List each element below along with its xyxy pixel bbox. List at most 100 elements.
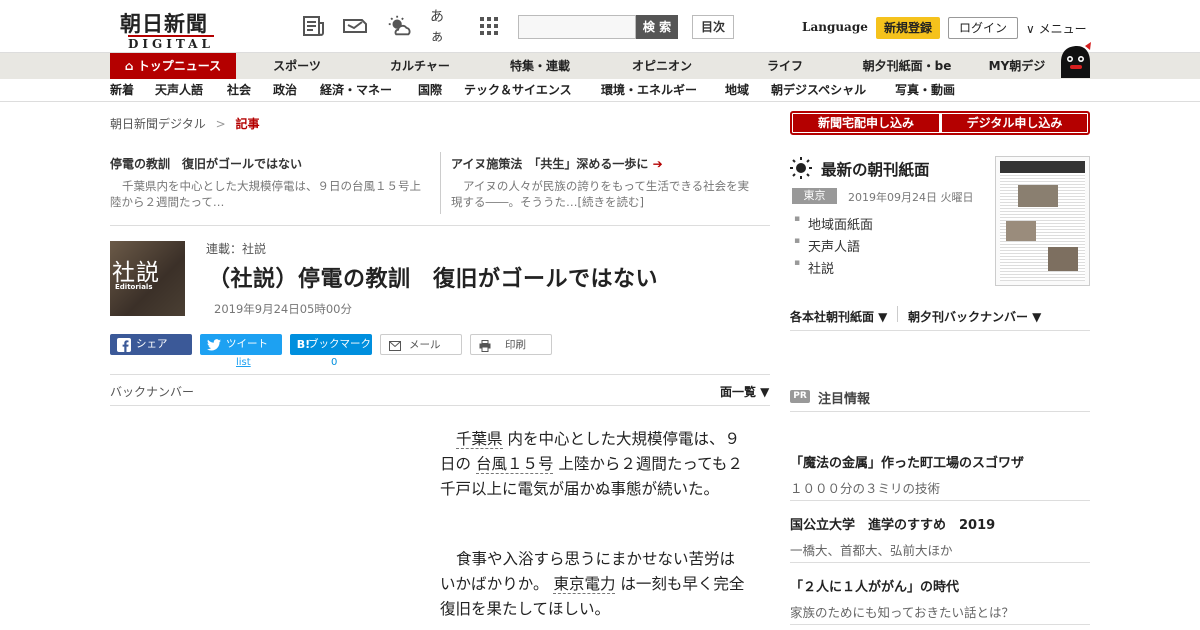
sidebar-link-tensei[interactable]: 天声人語	[794, 236, 860, 255]
share-label: メール	[409, 339, 441, 351]
login-button[interactable]: ログイン	[948, 17, 1018, 39]
sidebar-link-editorial[interactable]: 社説	[794, 258, 834, 277]
nav2-economy[interactable]: 経済・マネー	[320, 79, 392, 102]
facebook-icon	[116, 337, 131, 352]
breadcrumb-separator: >	[215, 117, 226, 131]
keyword-link[interactable]: 台風１５号	[475, 455, 554, 474]
related-article[interactable]: 停電の教訓 復旧がゴールではない 千葉県内を中心とした大規模停電は、９日の台風１…	[110, 155, 430, 210]
nav2-politics[interactable]: 政治	[273, 79, 297, 102]
nav-culture[interactable]: カルチャー	[380, 53, 460, 80]
keyword-link[interactable]: 東京電力	[553, 575, 616, 594]
pr-item-title[interactable]: 「魔法の金属」作った町工場のスゴワザ	[790, 452, 1090, 471]
editorial-thumbnail: 社説 Editorials	[110, 241, 185, 316]
hatena-bookmark-button[interactable]: B! ブックマーク	[290, 334, 372, 355]
mascot-icon[interactable]	[1057, 42, 1093, 80]
nav2-international[interactable]: 国際	[418, 79, 442, 102]
nav-top-news[interactable]: ⌂ トップニュース	[110, 53, 236, 80]
sidebar-link-local[interactable]: 地域面紙面	[794, 214, 873, 233]
edition-date: 2019年09月24日 火曜日	[848, 191, 974, 204]
nav2-tensei[interactable]: 天声人語	[155, 79, 203, 102]
thumbnail-photo	[1018, 185, 1058, 207]
series-label[interactable]: 連載：社説	[206, 240, 266, 257]
page-list-dropdown[interactable]: 面一覧 ▼	[720, 383, 769, 400]
article-paragraph: 千葉県 内を中心とした大規模停電は、９日の 台風１５号 上陸から２週間たっても２…	[440, 427, 750, 502]
pr-item-title[interactable]: 「２人に１人ががん」の時代	[790, 576, 1090, 595]
breadcrumb-current: 記事	[235, 117, 260, 131]
coupon-icon[interactable]	[342, 14, 368, 38]
nav2-special[interactable]: 朝デジスペシャル	[771, 79, 866, 102]
divider	[790, 330, 1090, 331]
share-label: 印刷	[505, 339, 526, 351]
nav-features[interactable]: 特集・連載	[500, 53, 580, 80]
nav2-tech[interactable]: テック＆サイエンス	[464, 79, 572, 102]
subscription-box: 新聞宅配申し込み デジタル申し込み	[790, 111, 1090, 135]
thumbnail-en: Editorials	[115, 283, 153, 291]
breadcrumb-home[interactable]: 朝日新聞デジタル	[110, 117, 206, 131]
pr-item[interactable]: 「魔法の金属」作った町工場のスゴワザ １０００分の３ミリの技術	[790, 452, 1090, 497]
facebook-share-button[interactable]: シェア	[110, 334, 192, 355]
nav2-photo[interactable]: 写真・動画	[895, 79, 955, 102]
nav-label: トップニュース	[137, 59, 222, 73]
hatena-count: 0	[331, 357, 338, 368]
nav2-new[interactable]: 新着	[110, 79, 134, 102]
pr-item-desc: 一橋大、首都大、弘前大ほか	[790, 543, 953, 558]
keyword-link[interactable]: 千葉県	[456, 430, 503, 449]
apps-grid-icon[interactable]	[476, 14, 502, 38]
related-article[interactable]: アイヌ施策法 「共生」深める一歩に ➔ アイヌの人々が民族の誇りをもって生活でき…	[451, 155, 751, 210]
search-input[interactable]	[518, 15, 636, 39]
divider	[110, 405, 770, 406]
newspaper-icon[interactable]	[301, 14, 327, 38]
menu-button[interactable]: ∨ メニュー	[1026, 20, 1087, 37]
thumbnail-kanji: 社説	[112, 260, 160, 286]
nav2-region[interactable]: 地域	[725, 79, 749, 102]
twitter-icon	[206, 337, 221, 352]
breadcrumb: 朝日新聞デジタル > 記事	[110, 115, 260, 132]
backnumber-dropdown[interactable]: 朝夕刊バックナンバー ▼	[908, 308, 1041, 325]
regional-edition-dropdown[interactable]: 各本社朝刊紙面 ▼	[790, 308, 887, 325]
nav-life[interactable]: ライフ	[755, 53, 815, 80]
language-link[interactable]: Language	[802, 20, 868, 34]
nav-paper[interactable]: 朝夕刊紙面・be	[852, 53, 962, 80]
twitter-count-link[interactable]: list	[236, 357, 251, 368]
mail-share-button[interactable]: メール	[380, 334, 462, 355]
nav2-environment[interactable]: 環境・エネルギー	[601, 79, 697, 102]
twitter-share-button[interactable]: ツイート	[200, 334, 282, 355]
nav-my-asahi[interactable]: MY朝デジ	[980, 53, 1054, 80]
backnumber-link[interactable]: バックナンバー	[110, 383, 194, 400]
share-label: シェア	[136, 338, 168, 350]
font-size-icon[interactable]: あぁ	[430, 9, 456, 45]
search-button[interactable]: 検 索	[636, 15, 678, 39]
article-headline: （社説）停電の教訓 復旧がゴールではない	[208, 267, 659, 292]
weather-icon[interactable]	[386, 14, 412, 38]
digital-subscribe-button[interactable]: デジタル申し込み	[942, 114, 1087, 132]
logo-text: 朝日新聞	[120, 11, 208, 36]
toc-button[interactable]: 目次	[692, 15, 734, 39]
thumbnail-photo	[1006, 221, 1036, 241]
related-title-text: アイヌ施策法 「共生」深める一歩に	[451, 157, 649, 171]
edition-badge: 東京	[792, 188, 837, 204]
arrow-right-icon: ➔	[652, 157, 663, 171]
newspaper-thumbnail[interactable]	[995, 156, 1090, 286]
register-button[interactable]: 新規登録	[876, 17, 940, 39]
pr-item[interactable]: 国公立大学 進学のすすめ 2019 一橋大、首都大、弘前大ほか	[790, 514, 1090, 559]
related-title[interactable]: アイヌ施策法 「共生」深める一歩に ➔	[451, 155, 751, 172]
latest-paper-title[interactable]: 最新の朝刊紙面	[821, 158, 930, 180]
logo-sub-text: DIGITAL	[128, 35, 214, 51]
nav-sports[interactable]: スポーツ	[262, 53, 332, 80]
pr-badge: PR	[790, 390, 810, 403]
asahi-digital-logo[interactable]: 朝日新聞 DIGITAL	[112, 8, 230, 51]
site-header: 朝日新聞 DIGITAL あぁ 検 索 目次 Language 新規登録 ログイ…	[0, 0, 1200, 52]
divider	[110, 374, 770, 375]
print-button[interactable]: 印刷	[470, 334, 552, 355]
nav-opinion[interactable]: オピニオン	[622, 53, 702, 80]
related-title[interactable]: 停電の教訓 復旧がゴールではない	[110, 155, 430, 172]
pr-section-title: 注目情報	[818, 392, 871, 407]
home-delivery-button[interactable]: 新聞宅配申し込み	[793, 114, 939, 132]
divider	[790, 624, 1090, 625]
mail-icon	[387, 338, 402, 353]
pr-item-title[interactable]: 国公立大学 進学のすすめ 2019	[790, 514, 1090, 533]
share-label: ツイート	[226, 338, 268, 350]
pr-item[interactable]: 「２人に１人ががん」の時代 家族のためにも知っておきたい話とは？	[790, 576, 1090, 621]
thumbnail-photo	[1048, 247, 1078, 271]
nav2-society[interactable]: 社会	[227, 79, 251, 102]
